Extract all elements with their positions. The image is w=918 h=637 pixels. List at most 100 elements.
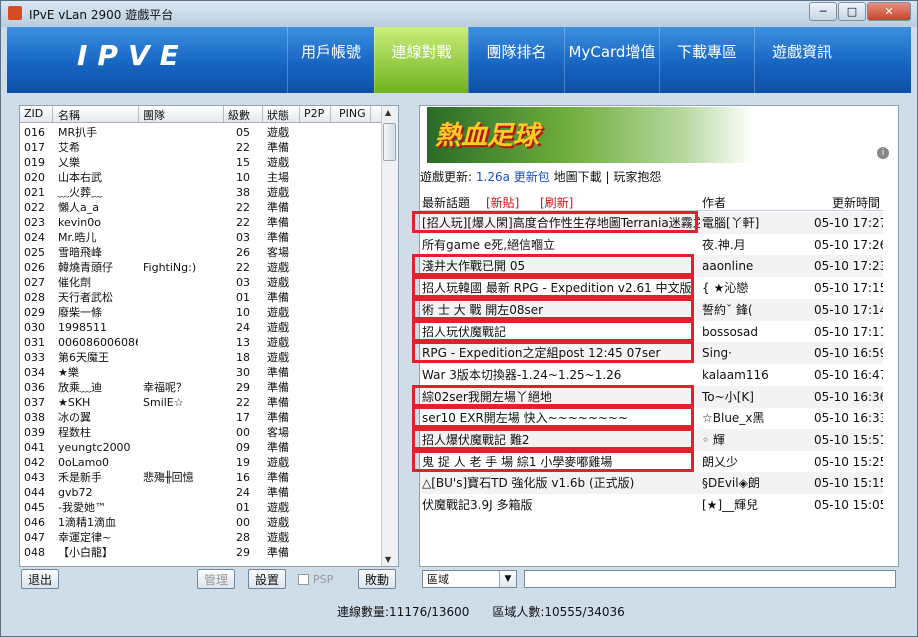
- manage-button[interactable]: 管理: [197, 569, 235, 589]
- table-row[interactable]: 041 yeungtc2000 09 準備: [20, 440, 381, 455]
- scroll-down-icon[interactable]: ▼: [385, 555, 391, 564]
- table-row[interactable]: 022 懶人a_a 22 準備: [20, 200, 381, 215]
- col-p2p[interactable]: P2P: [304, 107, 324, 120]
- table-row[interactable]: 016 MR扒手 05 遊戲: [20, 125, 381, 140]
- highlight-box: [412, 211, 698, 233]
- news-title[interactable]: War 3版本切換器-1.24~1.25~1.26: [422, 364, 700, 386]
- version-link[interactable]: 1.26a: [476, 170, 510, 184]
- player-level: 17: [236, 411, 250, 424]
- complaint-link[interactable]: 玩家抱怨: [613, 170, 661, 184]
- table-row[interactable]: 036 放乘﹏迪 幸福呢？ 29 準備: [20, 380, 381, 395]
- news-author: ◦ 輝: [702, 433, 725, 447]
- col-name[interactable]: 名稱: [58, 107, 80, 123]
- tab-downloads[interactable]: 下載專區: [659, 27, 754, 93]
- lobby-button[interactable]: 敗動: [358, 569, 396, 589]
- table-row[interactable]: 042 0oLamo0 19 遊戲: [20, 455, 381, 470]
- table-row[interactable]: 027 催化劑 03 遊戲: [20, 275, 381, 290]
- table-row[interactable]: 025 雪暗飛峰 26 客場: [20, 245, 381, 260]
- table-row[interactable]: 028 天行者武松 01 準備: [20, 290, 381, 305]
- scroll-up-icon[interactable]: ▲: [385, 108, 391, 117]
- player-status: 準備: [267, 381, 289, 394]
- player-list-scrollbar[interactable]: ▲ ▼: [381, 106, 398, 566]
- separator: |: [605, 170, 610, 184]
- status-bar: 連線數量:11176/13600 區域人數:10555/34036: [337, 603, 625, 620]
- col-zid[interactable]: ZID: [24, 107, 43, 120]
- col-team[interactable]: 團隊: [143, 107, 165, 123]
- new-post-link[interactable]: [新貼]: [486, 194, 519, 211]
- table-row[interactable]: 043 禾是新手 悲殤╫回憶 16 準備: [20, 470, 381, 485]
- chat-input[interactable]: [524, 570, 896, 588]
- table-row[interactable]: 039 程数柱 00 客場: [20, 425, 381, 440]
- table-row[interactable]: 033 第6天魔王 18 遊戲: [20, 350, 381, 365]
- table-row[interactable]: 030 1998511 24 遊戲: [20, 320, 381, 335]
- news-row[interactable]: 所有game e死,絕信嗰立 夜.神.月 05-10 17:26: [420, 234, 883, 256]
- tab-team-ranking[interactable]: 團隊排名: [468, 27, 564, 93]
- player-name: 艾希: [58, 141, 80, 154]
- news-author: §DEvil◈朗: [702, 476, 760, 491]
- info-icon[interactable]: i: [877, 147, 889, 159]
- maximize-button[interactable]: □: [838, 2, 866, 21]
- table-row[interactable]: 046 1滴精1滴血 00 遊戲: [20, 515, 381, 530]
- news-title[interactable]: 伏魔戰記3.9J 多箱版: [422, 494, 700, 516]
- close-button[interactable]: ✕: [867, 2, 911, 21]
- tab-account[interactable]: 用戶帳號: [287, 27, 374, 93]
- table-row[interactable]: 045 -我愛她™ 01 遊戲: [20, 500, 381, 515]
- player-zid: 039: [24, 426, 45, 439]
- player-status: 遊戲: [267, 156, 289, 169]
- news-title[interactable]: 所有game e死,絕信嗰立: [422, 234, 700, 256]
- exit-button[interactable]: 退出: [21, 569, 59, 589]
- table-row[interactable]: 037 ★SKH SmilE☆ 22 準備: [20, 395, 381, 410]
- tab-game-info-label: 遊戲資訊: [771, 43, 832, 61]
- tab-online-battle[interactable]: 連線對戰: [374, 27, 468, 93]
- chevron-down-icon[interactable]: ▼: [499, 571, 516, 587]
- player-level: 24: [236, 321, 250, 334]
- table-row[interactable]: 038 冰の翼 17 準備: [20, 410, 381, 425]
- table-row[interactable]: 044 gvb72 24 準備: [20, 485, 381, 500]
- col-level[interactable]: 級數: [228, 107, 250, 123]
- region-select[interactable]: 區域 ▼: [422, 570, 517, 588]
- player-team: FightiNg:): [143, 261, 197, 274]
- table-row[interactable]: 017 艾希 22 準備: [20, 140, 381, 155]
- table-row[interactable]: 034 ★樂 30 準備: [20, 365, 381, 380]
- news-time: 05-10 17:11: [814, 324, 883, 339]
- player-name: 第6天魔王: [58, 351, 109, 364]
- news-header: 最新話題 [新貼] [刷新] 作者 更新時間: [420, 192, 883, 211]
- news-row[interactable]: 伏魔戰記3.9J 多箱版 [★]__輝兒 05-10 15:05: [420, 494, 883, 516]
- table-row[interactable]: 048 【小白龍】 29 準備: [20, 545, 381, 560]
- table-row[interactable]: 047 幸運定律~ 28 遊戲: [20, 530, 381, 545]
- news-title[interactable]: △[BU's]寶石TD 強化版 v1.6b (正式版): [422, 472, 700, 494]
- news-author: bossosad: [702, 324, 759, 339]
- col-ping[interactable]: PING: [339, 107, 366, 120]
- refresh-link[interactable]: [刷新]: [540, 194, 573, 211]
- player-name: 禾是新手: [58, 471, 102, 484]
- patch-link[interactable]: 更新包: [514, 170, 550, 184]
- table-row[interactable]: 031 006086006086 13 遊戲: [20, 335, 381, 350]
- player-status: 遊戲: [267, 186, 289, 199]
- player-status: 準備: [267, 231, 289, 244]
- news-row[interactable]: △[BU's]寶石TD 強化版 v1.6b (正式版) §DEvil◈朗 05-10…: [420, 472, 883, 495]
- table-row[interactable]: 029 廢柴一條 10 遊戲: [20, 305, 381, 320]
- title-bar[interactable]: IPvE vLan 2900 遊戲平台 ─ □ ✕: [1, 1, 917, 27]
- player-level: 26: [236, 246, 250, 259]
- news-row[interactable]: War 3版本切換器-1.24~1.25~1.26 kalaam116 05-10 …: [420, 364, 883, 386]
- psp-checkbox[interactable]: [298, 574, 309, 585]
- table-row[interactable]: 019 乂樂 15 遊戲: [20, 155, 381, 170]
- tab-mycard[interactable]: MyCard增值: [564, 27, 659, 93]
- table-row[interactable]: 023 kevin0o 22 準備: [20, 215, 381, 230]
- table-row[interactable]: 024 Mr.晧儿 03 準備: [20, 230, 381, 245]
- news-author: 夜.神.月: [702, 237, 746, 252]
- settings-button[interactable]: 設置: [248, 569, 286, 589]
- player-status: 準備: [267, 441, 289, 454]
- game-banner[interactable]: 熱血足球 i: [427, 107, 893, 163]
- minimize-button[interactable]: ─: [809, 2, 837, 21]
- table-row[interactable]: 026 韓燒青頭仔 FightiNg:) 22 遊戲: [20, 260, 381, 275]
- tab-game-info[interactable]: 遊戲資訊: [754, 27, 849, 93]
- col-status[interactable]: 狀態: [267, 107, 289, 123]
- scrollbar-thumb[interactable]: [383, 123, 396, 161]
- player-status: 遊戲: [267, 516, 289, 529]
- player-zid: 029: [24, 306, 45, 319]
- player-level: 10: [236, 171, 250, 184]
- table-row[interactable]: 021 ﹏火葬﹏ 38 遊戲: [20, 185, 381, 200]
- table-row[interactable]: 020 山本右武 10 主場: [20, 170, 381, 185]
- map-download-link[interactable]: 地圖下載: [554, 170, 602, 184]
